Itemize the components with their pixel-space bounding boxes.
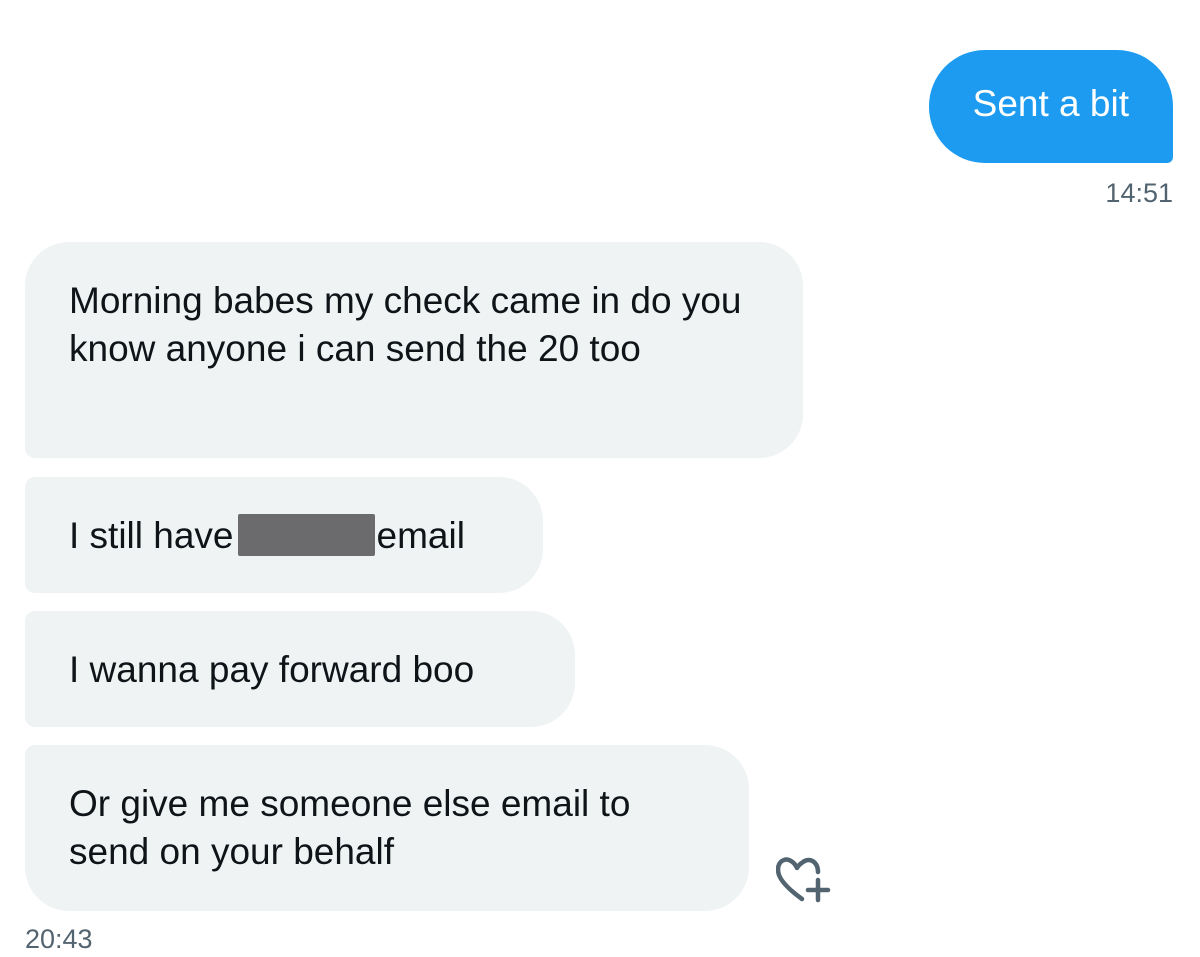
received-message-time: 20:43 [25, 924, 93, 954]
sent-message-bubble[interactable]: Sent a bit [928, 50, 1173, 163]
received-message-bubble[interactable]: Or give me someone else email to send on… [25, 745, 749, 911]
received-message-text: email [376, 515, 465, 556]
received-message-text: I wanna pay forward boo [69, 649, 475, 690]
received-message-bubble[interactable]: I still have email [25, 477, 543, 593]
received-message-bubble[interactable]: Morning babes my check came in do you kn… [25, 242, 803, 458]
received-message-text: Or give me someone else email to send on… [69, 783, 631, 872]
heart-plus-icon[interactable] [776, 852, 834, 904]
received-message-bubble[interactable]: I wanna pay forward boo [25, 611, 575, 727]
received-message-text: Morning babes my check came in do you kn… [69, 280, 742, 369]
sent-message-time: 14:51 [1105, 178, 1173, 208]
received-message-text: I still have [69, 515, 234, 556]
sent-message-text: Sent a bit [972, 83, 1129, 124]
redaction-block [237, 514, 375, 556]
